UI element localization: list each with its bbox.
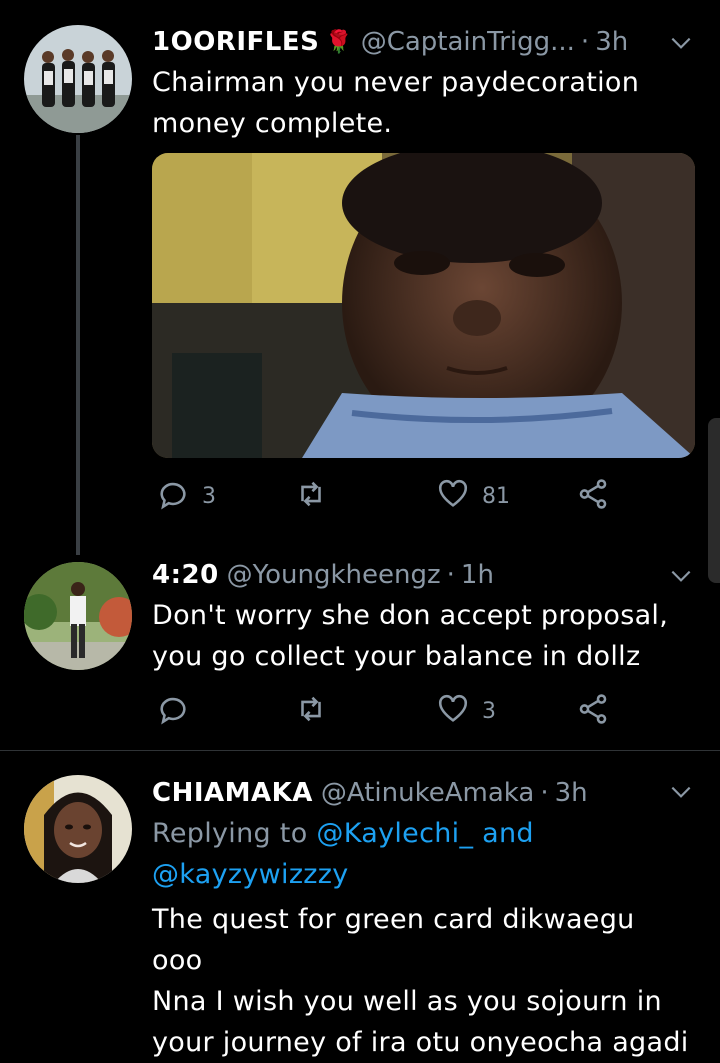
replying-to: Replying to @Kaylechi_ and @kayzywizzzy — [152, 813, 692, 895]
display-name[interactable]: CHIAMAKA — [152, 778, 313, 808]
timestamp[interactable]: 3h — [555, 778, 588, 808]
retweet-icon — [294, 692, 328, 730]
timestamp[interactable]: 3h — [595, 27, 628, 57]
rose-emoji: 🌹 — [325, 29, 353, 55]
scrollbar[interactable] — [708, 418, 720, 583]
heart-icon — [436, 692, 470, 730]
tweet-chiamaka[interactable]: CHIAMAKA @AtinukeAmaka · 3h Replying to … — [0, 751, 720, 1058]
avatar[interactable] — [24, 25, 132, 133]
chevron-down-icon[interactable] — [668, 30, 694, 56]
tweet-1oorifles[interactable]: 1OORIFLES 🌹 @CaptainTrigg... · 3h Chairm… — [0, 0, 720, 555]
separator-dot: · — [540, 778, 549, 808]
tweet-media-image[interactable] — [152, 153, 695, 458]
reply-button[interactable] — [156, 691, 202, 731]
user-handle[interactable]: @CaptainTrigg... — [361, 27, 575, 57]
share-icon — [576, 692, 610, 730]
like-button[interactable]: 3 — [436, 691, 496, 731]
like-button[interactable]: 81 — [436, 476, 510, 516]
share-button[interactable] — [576, 476, 610, 516]
replying-prefix: Replying to — [152, 818, 308, 849]
tweet-header: 4:20 @Youngkheengz · 1h — [152, 557, 690, 593]
display-name[interactable]: 1OORIFLES — [152, 27, 319, 57]
share-button[interactable] — [576, 691, 610, 731]
mention-link[interactable]: @kayzywizzzy — [152, 859, 349, 890]
mention-and[interactable]: and — [482, 818, 534, 849]
tweet-text: Chairman you never paydecoration money c… — [152, 67, 640, 139]
thread-line — [76, 135, 80, 555]
tweet-text: Don't worry she don accept proposal, you… — [152, 600, 669, 672]
comment-bubble-icon — [156, 692, 190, 730]
mention-link[interactable]: @Kaylechi_ — [316, 818, 473, 849]
avatar[interactable] — [24, 562, 132, 670]
retweet-button[interactable] — [294, 476, 340, 516]
chevron-down-icon[interactable] — [668, 563, 694, 589]
comment-bubble-icon — [156, 477, 190, 515]
reply-button[interactable]: 3 — [156, 476, 216, 516]
heart-icon — [436, 477, 470, 515]
tweet-header: CHIAMAKA @AtinukeAmaka · 3h — [152, 775, 690, 811]
tweet-actions: 3 — [152, 691, 632, 731]
retweet-button[interactable] — [294, 691, 340, 731]
tweet-header: 1OORIFLES 🌹 @CaptainTrigg... · 3h — [152, 24, 690, 60]
separator-dot: · — [446, 560, 455, 590]
timestamp[interactable]: 1h — [461, 560, 494, 590]
tweet-actions: 3 81 — [152, 476, 632, 516]
share-icon — [576, 477, 610, 515]
avatar[interactable] — [24, 775, 132, 883]
user-handle[interactable]: @Youngkheengz — [227, 560, 441, 590]
user-handle[interactable]: @AtinukeAmaka — [321, 778, 534, 808]
tweet-youngkheengz[interactable]: 4:20 @Youngkheengz · 1h Don't worry she … — [0, 545, 720, 750]
reply-count: 3 — [202, 483, 216, 509]
like-count: 81 — [482, 483, 510, 509]
display-name[interactable]: 4:20 — [152, 560, 219, 590]
tweet-text: The quest for green card dikwaegu ooo Nn… — [152, 904, 689, 1058]
separator-dot: · — [580, 27, 590, 57]
chevron-down-icon[interactable] — [668, 779, 694, 805]
like-count: 3 — [482, 698, 496, 724]
retweet-icon — [294, 477, 328, 515]
